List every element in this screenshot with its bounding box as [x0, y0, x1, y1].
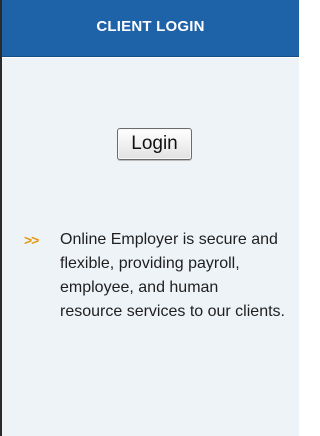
panel-header: CLIENT LOGIN: [2, 0, 299, 57]
panel-title: CLIENT LOGIN: [96, 17, 205, 35]
description-block: >> Online Employer is secure and flexibl…: [24, 228, 289, 324]
double-arrow-icon: >>: [24, 232, 39, 248]
panel-content: Login >> Online Employer is secure and f…: [2, 58, 299, 436]
client-login-panel: CLIENT LOGIN Login >> Online Employer is…: [0, 0, 299, 436]
description-text: Online Employer is secure and flexible, …: [60, 231, 285, 320]
login-button[interactable]: Login: [117, 128, 192, 160]
